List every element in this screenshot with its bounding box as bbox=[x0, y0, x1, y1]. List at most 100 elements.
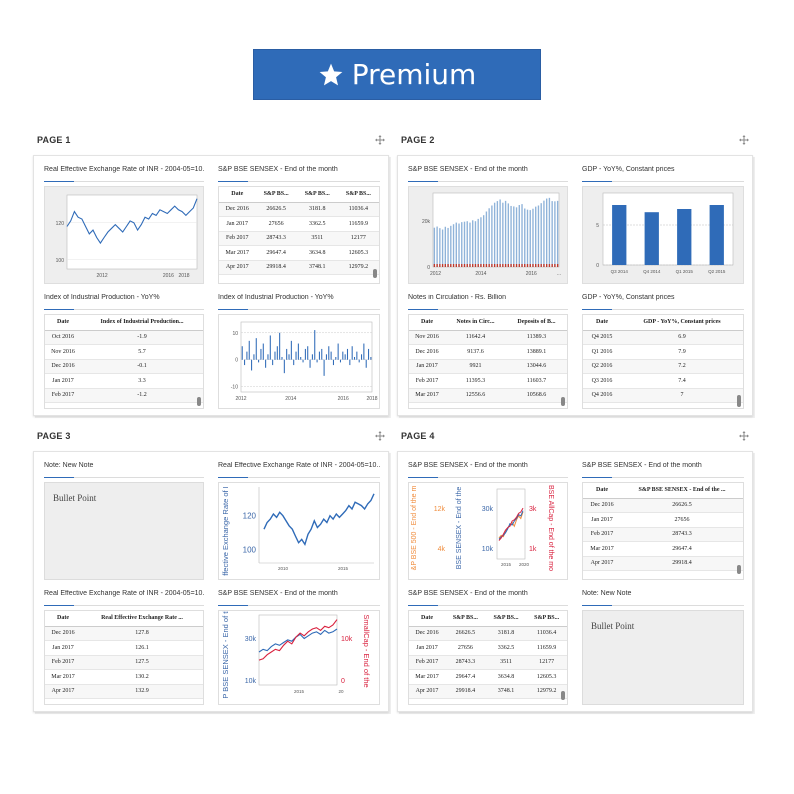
cell: 29918.4 bbox=[255, 260, 297, 275]
col-header[interactable]: Deposits of B... bbox=[505, 315, 567, 331]
gdp-table: Date GDP - YoY%, Constant prices Q4 2015… bbox=[583, 315, 743, 403]
col-header[interactable]: S&P BS... bbox=[296, 187, 338, 203]
iip-table-widget[interactable]: Index of Industrial Production - YoY% Da… bbox=[44, 294, 204, 409]
page-1-container: Real Effective Exchange Rate of INR - 20… bbox=[33, 155, 389, 416]
title-rule bbox=[44, 605, 204, 606]
table-row: Mar 2017 130.2 bbox=[45, 669, 203, 685]
col-header[interactable]: GDP - YoY%, Constant prices bbox=[621, 315, 743, 331]
col-header[interactable]: Date bbox=[409, 315, 445, 331]
table-row: Dec 2016 26626.5 bbox=[583, 498, 743, 513]
table-row: Q1 2016 7.9 bbox=[583, 344, 743, 360]
col-header[interactable]: S&P BS... bbox=[526, 611, 567, 627]
bar bbox=[472, 220, 474, 267]
note-widget-2[interactable]: Note: New Note Bullet Point bbox=[582, 590, 744, 705]
bar bbox=[480, 217, 482, 267]
note-widget[interactable]: Note: New Note Bullet Point bbox=[44, 462, 204, 580]
bar bbox=[548, 197, 551, 267]
cell: 12177 bbox=[337, 231, 379, 246]
bar bbox=[328, 346, 330, 360]
y-tick-label: 30k bbox=[482, 506, 494, 513]
scrollbar-thumb[interactable] bbox=[561, 397, 565, 406]
bar bbox=[485, 211, 488, 267]
gdp-table-widget[interactable]: GDP - YoY%, Constant prices Date GDP - Y… bbox=[582, 294, 744, 409]
bar-base bbox=[444, 264, 447, 267]
cell: 11642.4 bbox=[445, 330, 506, 345]
y-tick-label: 100 bbox=[243, 545, 257, 554]
cell: 28743.3 bbox=[621, 527, 743, 542]
bar bbox=[248, 340, 250, 360]
bar-base bbox=[537, 264, 540, 267]
title-rule bbox=[582, 309, 744, 310]
col-header[interactable]: Date bbox=[583, 315, 621, 331]
reer-table-widget[interactable]: Real Effective Exchange Rate of INR - 20… bbox=[44, 590, 204, 705]
col-header[interactable]: Date bbox=[45, 315, 81, 331]
reer-chart-widget[interactable]: Real Effective Exchange Rate of INR - 20… bbox=[44, 166, 204, 284]
widget-title: S&P BSE SENSEX - End of the month bbox=[218, 590, 338, 597]
bar bbox=[339, 359, 342, 363]
y-tick-label: 10k bbox=[341, 636, 353, 643]
bar-base bbox=[463, 264, 466, 267]
sensex-chart-widget[interactable]: S&P BSE SENSEX - End of the month 20k 0 20… bbox=[408, 166, 568, 284]
note-body[interactable]: Bullet Point bbox=[582, 610, 744, 705]
scrollbar-thumb[interactable] bbox=[737, 395, 741, 407]
move-icon[interactable] bbox=[739, 431, 749, 441]
bar bbox=[325, 354, 327, 360]
cell: Feb 2017 bbox=[409, 655, 446, 670]
col-header[interactable]: Date bbox=[45, 611, 81, 627]
premium-button[interactable]: Premium bbox=[253, 49, 541, 100]
move-icon[interactable] bbox=[739, 135, 749, 145]
note-body[interactable]: Bullet Point bbox=[44, 482, 204, 580]
reer-large-chart-widget[interactable]: Real Effective Exchange Rate of INR - 20… bbox=[218, 462, 380, 580]
gdp-chart-widget[interactable]: GDP - YoY%, Constant prices 5 0 Q3 2014 Q4 … bbox=[582, 166, 744, 284]
col-header[interactable]: Notes in Circ... bbox=[445, 315, 506, 331]
cell: Mar 2017 bbox=[219, 245, 256, 261]
bar bbox=[293, 359, 295, 366]
sensex-dual-chart-widget[interactable]: S&P BSE SENSEX - End of the month 30k 10k… bbox=[218, 590, 380, 705]
col-header[interactable]: S&P BS... bbox=[445, 611, 486, 627]
move-icon[interactable] bbox=[375, 431, 385, 441]
iip-chart-widget[interactable]: Index of Industrial Production - YoY% 10… bbox=[218, 294, 380, 409]
scrollbar-thumb[interactable] bbox=[737, 565, 741, 574]
col-header[interactable]: S&P BS... bbox=[337, 187, 379, 203]
scrollbar-thumb[interactable] bbox=[373, 269, 377, 278]
chart-frame: 20k 0 2012 2014 2016... bbox=[408, 186, 568, 284]
col-header[interactable]: S&P BS... bbox=[485, 611, 527, 627]
move-icon[interactable] bbox=[375, 135, 385, 145]
table-row: Mar 2017 29647.4 3634.8 12605.3 bbox=[409, 669, 567, 685]
sensex-table-widget-3[interactable]: S&P BSE SENSEX - End of the month Date S… bbox=[408, 590, 568, 705]
widget-title: S&P BSE SENSEX - End of the month bbox=[408, 590, 528, 597]
bar bbox=[272, 359, 274, 366]
scrollbar-thumb[interactable] bbox=[197, 397, 201, 406]
bar bbox=[321, 348, 323, 360]
col-header[interactable]: Real Effective Exchange Rate ... bbox=[81, 611, 203, 627]
bar-base bbox=[554, 264, 556, 267]
cell: Jan 2017 bbox=[583, 512, 621, 528]
bar-base bbox=[472, 264, 474, 267]
sensex-table-widget-2[interactable]: S&P BSE SENSEX - End of the month Date S… bbox=[582, 462, 744, 580]
sensex-table-widget[interactable]: S&P BSE SENSEX - End of the month Date S… bbox=[218, 166, 380, 284]
cell: Apr 2017 bbox=[583, 556, 621, 571]
cell: Q3 2016 bbox=[583, 373, 621, 389]
col-header[interactable]: S&P BS... bbox=[255, 187, 297, 203]
col-header[interactable]: Date bbox=[219, 187, 256, 203]
col-header[interactable]: Date bbox=[409, 611, 446, 627]
page-2-title: PAGE 2 bbox=[401, 135, 435, 145]
cell: 13044.6 bbox=[505, 359, 567, 374]
col-header[interactable]: S&P BSE SENSEX - End of the ... bbox=[621, 483, 743, 499]
bar bbox=[488, 208, 490, 267]
scrollbar-thumb[interactable] bbox=[561, 691, 565, 700]
sensex-bar-chart: 20k02012 2014 2016... bbox=[422, 192, 561, 277]
bar bbox=[314, 330, 316, 360]
bar bbox=[246, 351, 248, 360]
bar bbox=[515, 207, 518, 267]
notes-table-widget[interactable]: Notes in Circulation - Rs. Billion Date … bbox=[408, 294, 568, 409]
sensex-multi-chart-widget[interactable]: S&P BSE SENSEX - End of the month &P BSE… bbox=[408, 462, 568, 580]
cell: 5.7 bbox=[81, 344, 203, 360]
col-header[interactable]: Index of Industrial Production... bbox=[81, 315, 203, 331]
bar-base bbox=[488, 264, 490, 267]
cell: Jan 2017 bbox=[219, 216, 256, 232]
cell: -1.9 bbox=[81, 330, 203, 345]
sensex-dual-line-chart: 30k 10k 10k 0 2015 20 P BSE SENSEX - End of th… bbox=[221, 611, 371, 699]
sensex-multi-line-chart: &P BSE 500 - End of the m 12k 4k BSE SENSEX… bbox=[411, 485, 554, 571]
col-header[interactable]: Date bbox=[583, 483, 621, 499]
